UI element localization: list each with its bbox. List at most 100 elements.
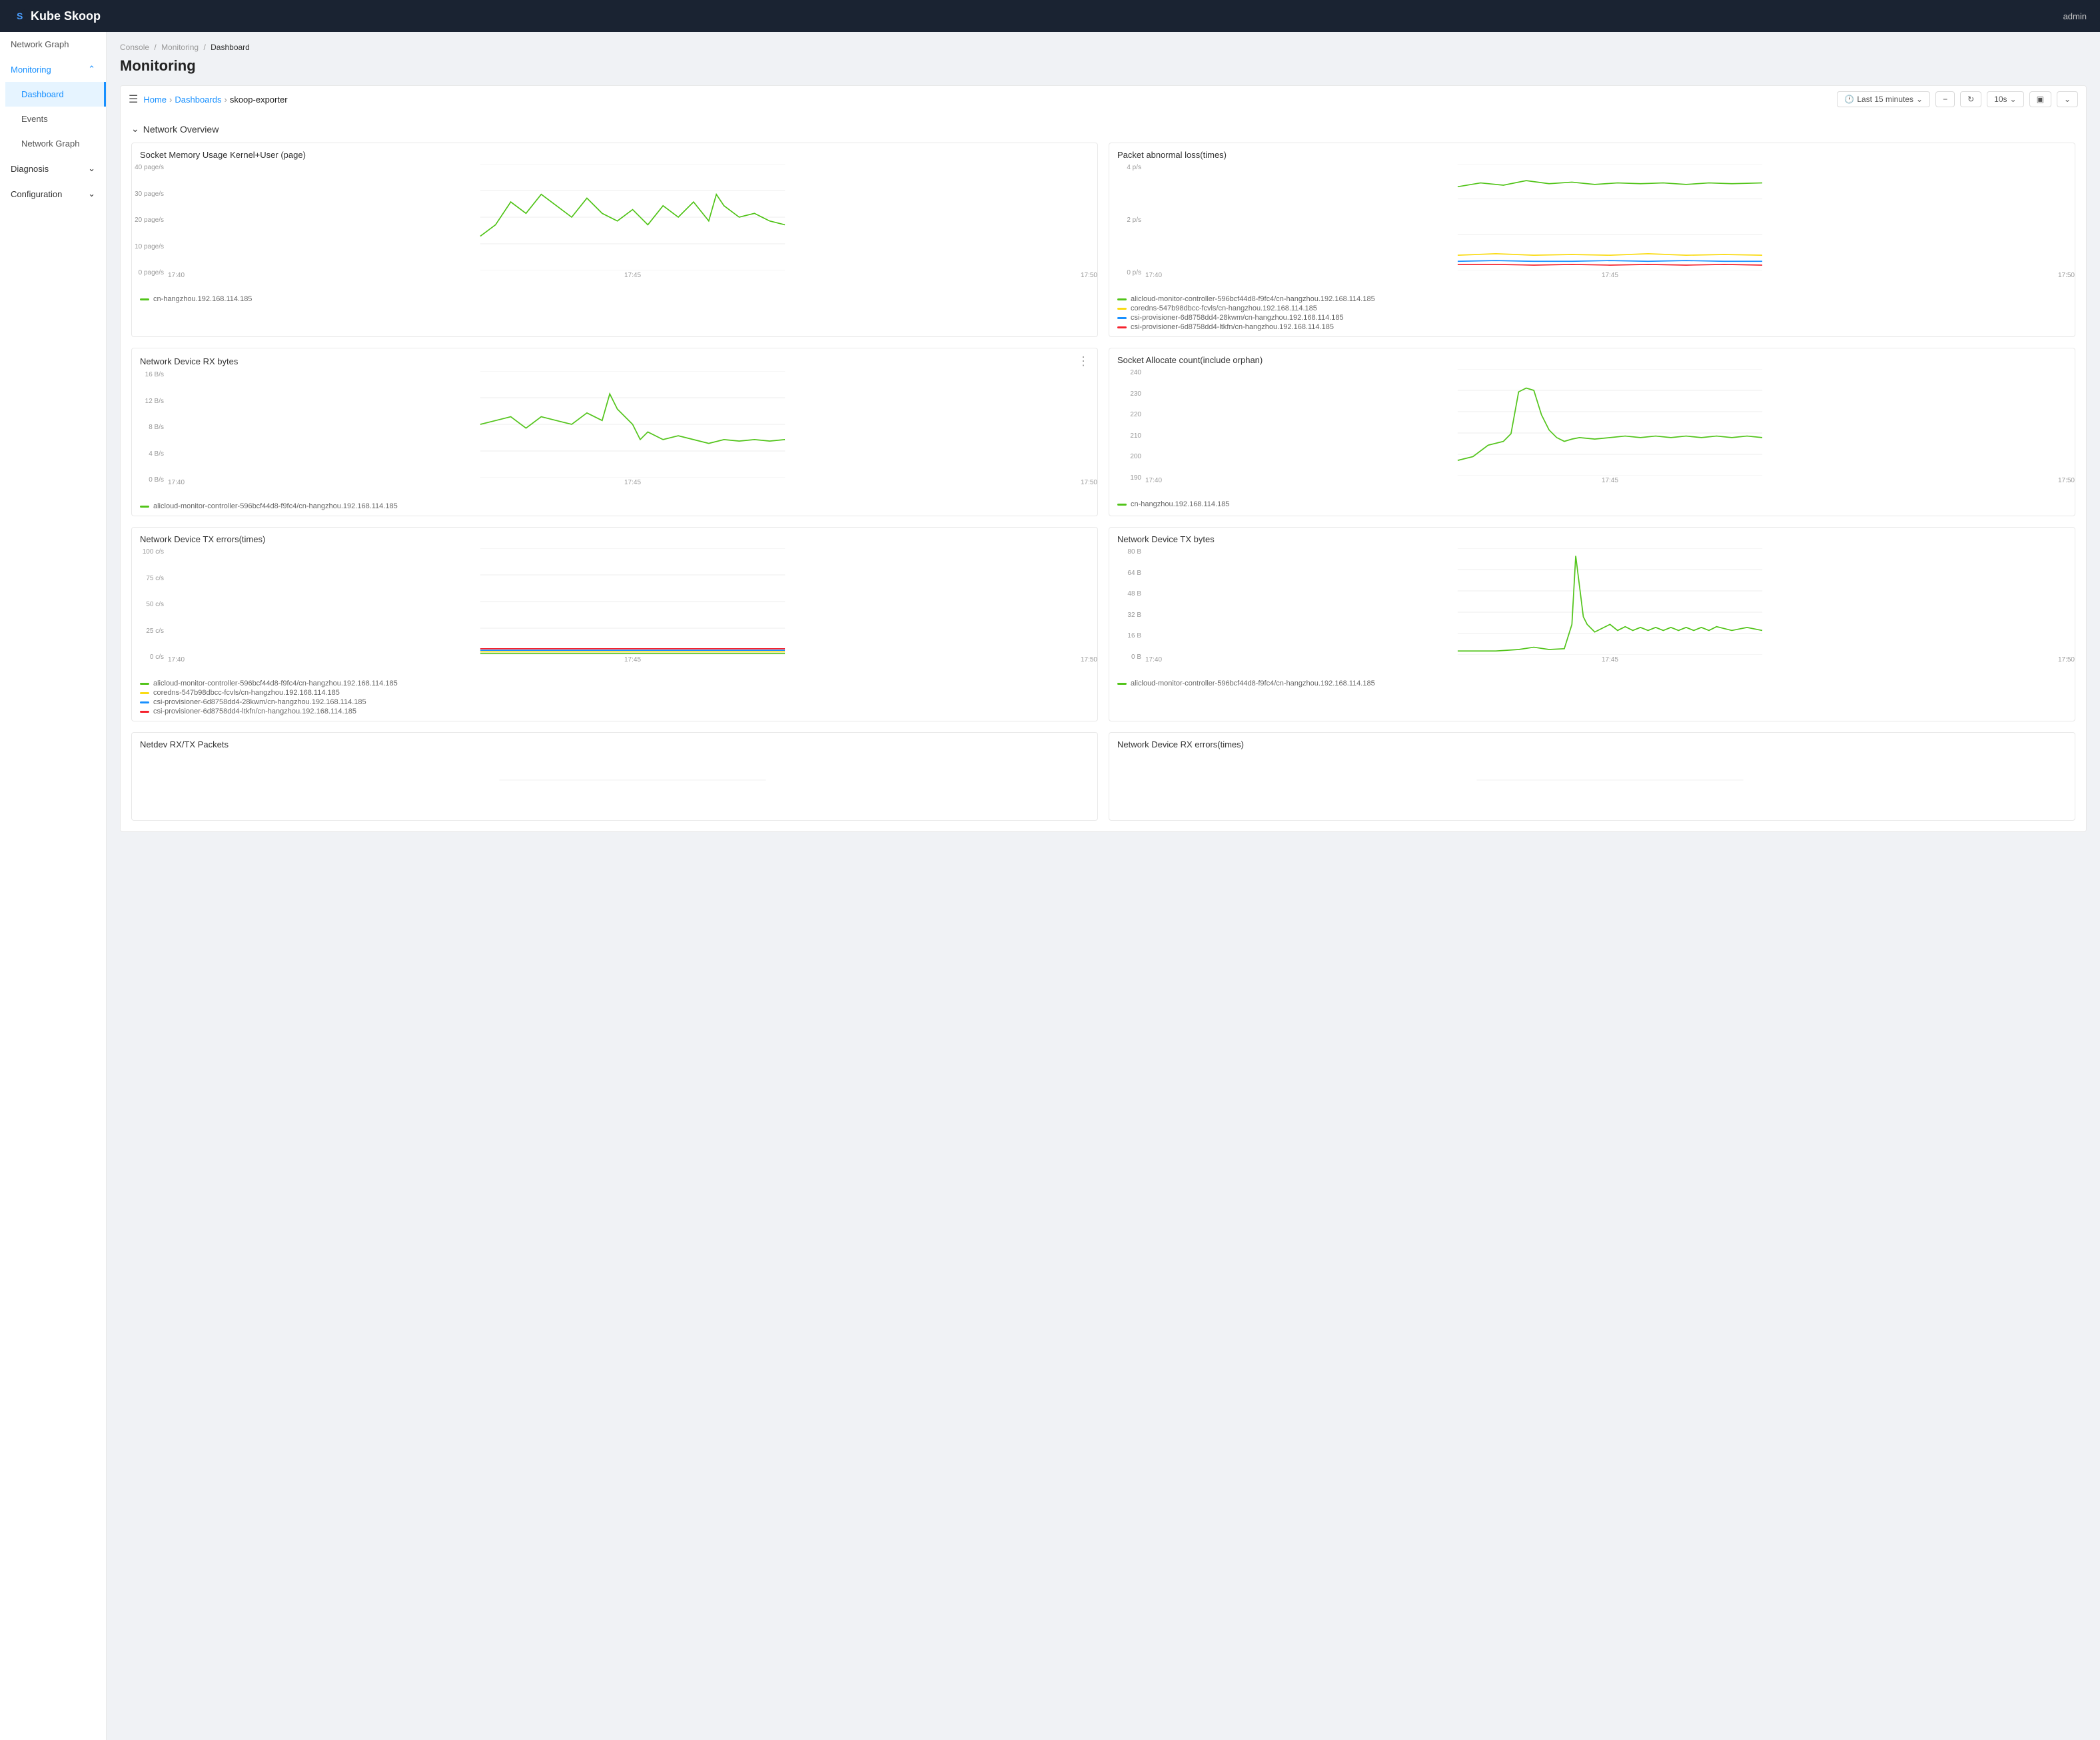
diagnosis-label: Diagnosis [11, 164, 49, 174]
chevron-down-icon-refresh: ⌄ [2010, 95, 2017, 104]
network-graph-label: Network Graph [21, 139, 79, 149]
legend-item: cn-hangzhou.192.168.114.185 [1117, 500, 2067, 508]
chart-socket-allocate-svg [1145, 369, 2075, 476]
collapse-icon[interactable]: ⌄ [131, 123, 139, 135]
legend-netdev-rx: alicloud-monitor-controller-596bcf44d8-f… [132, 500, 1097, 516]
section-title: Network Overview [143, 124, 219, 135]
main-content: Console / Monitoring / Dashboard Monitor… [107, 32, 2100, 1740]
chart-netdev-rx-body: 16 B/s 12 B/s 8 B/s 4 B/s 0 B/s [132, 371, 1097, 500]
sidebar-group-configuration[interactable]: Configuration ⌄ [0, 181, 106, 207]
clock-icon: 🕐 [1844, 95, 1854, 104]
svg-text:S: S [17, 11, 23, 21]
chevron-down-icon-time: ⌄ [1916, 95, 1923, 104]
topnav: S Kube Skoop admin [0, 0, 2100, 32]
app-title: Kube Skoop [31, 9, 101, 23]
legend-item: alicloud-monitor-controller-596bcf44d8-f… [1117, 679, 2067, 687]
chart-netdev-tx-bytes-svg [1145, 548, 2075, 655]
legend-packet: alicloud-monitor-controller-596bcf44d8-f… [1109, 292, 2075, 336]
nav-current: skoop-exporter [230, 95, 288, 105]
legend-item: csi-provisioner-6d8758dd4-ltkfn/cn-hangz… [140, 707, 1089, 715]
more-btn[interactable]: ⌄ [2057, 91, 2078, 107]
legend-item: alicloud-monitor-controller-596bcf44d8-f… [140, 502, 1089, 510]
sidebar-item-dashboard[interactable]: Dashboard [5, 82, 106, 107]
sidebar-item-events[interactable]: Events [5, 107, 106, 131]
chart-netdev-tx-bytes-title: Network Device TX bytes [1117, 534, 1215, 544]
y-axis-packet: 4 p/s 2 p/s 0 p/s [1109, 164, 1144, 276]
chart-netdev-tx-errors-svg [168, 548, 1097, 655]
sidebar-item-network-graph-top[interactable]: Network Graph [0, 32, 106, 57]
chart-netdev-rx-tx-packets-body [132, 753, 1097, 820]
configuration-label: Configuration [11, 189, 62, 199]
legend-item: coredns-547b98dbcc-fcvls/cn-hangzhou.192… [140, 689, 1089, 697]
legend-dot [140, 711, 149, 713]
chart-netdev-rx-title: Network Device RX bytes [140, 356, 238, 366]
chart-netdev-tx-bytes-header: Network Device TX bytes [1109, 528, 2075, 548]
network-graph-top-label: Network Graph [11, 39, 69, 49]
chart-packet-abnormal: Packet abnormal loss(times) 4 p/s 2 p/s … [1109, 143, 2075, 337]
time-range-picker[interactable]: 🕐 Last 15 minutes ⌄ [1837, 91, 1930, 107]
refresh-icon: ↻ [1967, 95, 1974, 104]
chart-netdev-rx-errors-header: Network Device RX errors(times) [1109, 733, 2075, 753]
chart-netdev-tx-errors-title: Network Device TX errors(times) [140, 534, 265, 544]
chart-netdev-tx-errors-header: Network Device TX errors(times) [132, 528, 1097, 548]
monitoring-label: Monitoring [11, 65, 51, 75]
y-axis-socket-memory: 40 page/s 30 page/s 20 page/s 10 page/s … [132, 164, 167, 276]
chart-netdev-rx-svg [168, 371, 1097, 478]
dashboard-content: ⌄ Network Overview Socket Memory Usage K… [120, 113, 2087, 832]
nav-dashboards[interactable]: Dashboards [175, 95, 221, 105]
chart-netdev-tx-bytes-body: 80 B 64 B 48 B 32 B 16 B 0 B [1109, 548, 2075, 677]
chevron-down-icon-config: ⌄ [88, 189, 95, 199]
chart-netdev-rx-tx-packets-title: Netdev RX/TX Packets [140, 739, 229, 749]
sidebar: Network Graph Monitoring ⌃ Dashboard Eve… [0, 32, 107, 1740]
legend-item: csi-provisioner-6d8758dd4-28kwm/cn-hangz… [1117, 314, 2067, 322]
chart-socket-memory: Socket Memory Usage Kernel+User (page) 4… [131, 143, 1098, 337]
refresh-btn[interactable]: ↻ [1960, 91, 1981, 107]
sidebar-item-network-graph[interactable]: Network Graph [5, 131, 106, 156]
breadcrumb-monitoring[interactable]: Monitoring [161, 43, 199, 52]
toolbar: ☰ Home › Dashboards › skoop-exporter 🕐 L… [120, 85, 2087, 113]
chart-netdev-tx-errors: Network Device TX errors(times) 100 c/s … [131, 527, 1098, 721]
legend-item: coredns-547b98dbcc-fcvls/cn-hangzhou.192… [1117, 304, 2067, 312]
chart-socket-allocate: Socket Allocate count(include orphan) 24… [1109, 348, 2075, 516]
breadcrumb-console[interactable]: Console [120, 43, 149, 52]
legend-dot [140, 506, 149, 508]
chart-packet-abnormal-header: Packet abnormal loss(times) [1109, 143, 2075, 164]
display-icon: ▣ [2037, 95, 2044, 104]
sidebar-group-monitoring[interactable]: Monitoring ⌃ [0, 57, 106, 82]
chart-socket-memory-body: 40 page/s 30 page/s 20 page/s 10 page/s … [132, 164, 1097, 292]
zoom-out-btn[interactable]: − [1935, 91, 1955, 107]
legend-dot [1117, 298, 1127, 300]
section-header: ⌄ Network Overview [131, 123, 2075, 135]
more-icon: ⌄ [2064, 95, 2071, 104]
chart-socket-allocate-body: 240 230 220 210 200 190 [1109, 369, 2075, 498]
legend-dot [140, 683, 149, 685]
hamburger-icon[interactable]: ☰ [129, 93, 138, 106]
nav-home[interactable]: Home [143, 95, 167, 105]
refresh-interval-btn[interactable]: 10s ⌄ [1987, 91, 2023, 107]
display-btn[interactable]: ▣ [2029, 91, 2051, 107]
y-axis-netdev-tx-errors: 100 c/s 75 c/s 50 c/s 25 c/s 0 c/s [132, 548, 167, 661]
legend-dot [1117, 326, 1127, 328]
layout: Network Graph Monitoring ⌃ Dashboard Eve… [0, 32, 2100, 1740]
user-menu[interactable]: admin [2063, 11, 2087, 21]
chart-socket-allocate-title: Socket Allocate count(include orphan) [1117, 355, 1263, 365]
legend-dot [140, 701, 149, 703]
legend-dot [140, 298, 149, 300]
chart-socket-memory-svg [168, 164, 1097, 270]
chart-netdev-rx-tx-packets: Netdev RX/TX Packets [131, 732, 1098, 821]
y-axis-netdev-rx: 16 B/s 12 B/s 8 B/s 4 B/s 0 B/s [132, 371, 167, 484]
legend-socket-memory: cn-hangzhou.192.168.114.185 [132, 292, 1097, 308]
app-logo[interactable]: S Kube Skoop [13, 9, 101, 23]
chart-netdev-tx-bytes: Network Device TX bytes 80 B 64 B 48 B 3… [1109, 527, 2075, 721]
zoom-out-icon: − [1943, 95, 1947, 104]
legend-dot [1117, 317, 1127, 319]
chart-menu-btn[interactable]: ⋮ [1077, 355, 1089, 367]
legend-item: csi-provisioner-6d8758dd4-28kwm/cn-hangz… [140, 698, 1089, 706]
dashboard-breadcrumb: Home › Dashboards › skoop-exporter [143, 95, 287, 105]
legend-netdev-tx-errors: alicloud-monitor-controller-596bcf44d8-f… [132, 677, 1097, 721]
chart-placeholder-svg [168, 753, 1097, 807]
refresh-interval-label: 10s [1994, 95, 2007, 104]
sidebar-group-diagnosis[interactable]: Diagnosis ⌄ [0, 156, 106, 181]
logo-icon: S [13, 9, 28, 23]
toolbar-nav: ☰ Home › Dashboards › skoop-exporter [129, 93, 288, 106]
